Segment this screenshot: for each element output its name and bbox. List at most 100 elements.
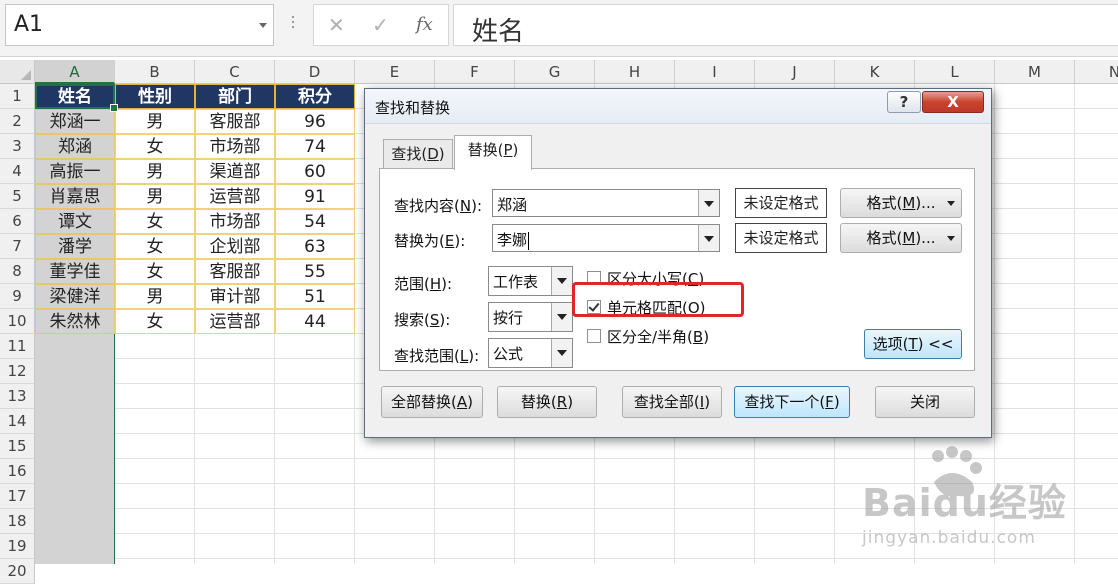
- chevron-down-icon[interactable]: [551, 339, 572, 367]
- tab-replace[interactable]: 替换(P): [454, 135, 532, 170]
- row-header-13[interactable]: 13: [0, 384, 35, 409]
- table-cell[interactable]: 客服部: [195, 259, 275, 284]
- column-header-k[interactable]: K: [835, 60, 915, 84]
- table-cell[interactable]: 96: [275, 109, 355, 134]
- cancel-icon[interactable]: ✕: [328, 13, 345, 37]
- table-cell[interactable]: 谭文: [35, 209, 115, 234]
- table-cell[interactable]: 女: [115, 309, 195, 334]
- select-all-corner[interactable]: [0, 60, 35, 84]
- table-cell[interactable]: 女: [115, 209, 195, 234]
- look-in-select[interactable]: 公式: [488, 338, 573, 368]
- find-format-button[interactable]: 格式(M)...: [840, 188, 962, 218]
- table-cell[interactable]: 44: [275, 309, 355, 334]
- help-button[interactable]: ?: [887, 91, 921, 113]
- chevron-down-icon[interactable]: [698, 190, 719, 216]
- row-header-11[interactable]: 11: [0, 334, 35, 359]
- replace-with-input[interactable]: 李娜: [492, 224, 720, 252]
- match-byte-label[interactable]: 区分全/半角(B): [607, 326, 709, 347]
- row-header-15[interactable]: 15: [0, 434, 35, 459]
- replace-all-button[interactable]: 全部替换(A): [381, 386, 483, 418]
- row-header-18[interactable]: 18: [0, 509, 35, 534]
- chevron-down-icon[interactable]: [259, 23, 267, 28]
- table-cell[interactable]: 60: [275, 159, 355, 184]
- insert-function-icon[interactable]: fx: [416, 14, 433, 35]
- within-select[interactable]: 工作表: [488, 266, 573, 296]
- dialog-title-bar[interactable]: 查找和替换 ? X: [365, 89, 991, 124]
- row-header-4[interactable]: 4: [0, 159, 35, 184]
- column-header-g[interactable]: G: [515, 60, 595, 84]
- column-header-n[interactable]: N: [1075, 60, 1118, 84]
- table-cell[interactable]: 51: [275, 284, 355, 309]
- chevron-down-icon[interactable]: [551, 303, 572, 331]
- table-cell[interactable]: 客服部: [195, 109, 275, 134]
- find-next-button[interactable]: 查找下一个(F): [734, 386, 850, 418]
- column-header-l[interactable]: L: [915, 60, 995, 84]
- table-cell[interactable]: 男: [115, 284, 195, 309]
- close-button[interactable]: 关闭: [875, 386, 975, 418]
- row-header-7[interactable]: 7: [0, 234, 35, 259]
- table-cell[interactable]: 朱然林: [35, 309, 115, 334]
- chevron-down-icon[interactable]: [551, 267, 572, 295]
- table-cell[interactable]: 渠道部: [195, 159, 275, 184]
- enter-icon[interactable]: ✓: [372, 13, 389, 37]
- find-all-button[interactable]: 查找全部(I): [622, 386, 722, 418]
- column-header-a[interactable]: A: [35, 60, 115, 84]
- row-header-8[interactable]: 8: [0, 259, 35, 284]
- table-cell[interactable]: 女: [115, 259, 195, 284]
- table-cell[interactable]: 74: [275, 134, 355, 159]
- table-cell[interactable]: 潘学: [35, 234, 115, 259]
- row-header-10[interactable]: 10: [0, 309, 35, 334]
- table-cell[interactable]: 54: [275, 209, 355, 234]
- column-header-c[interactable]: C: [195, 60, 275, 84]
- row-header-12[interactable]: 12: [0, 359, 35, 384]
- table-cell[interactable]: 市场部: [195, 134, 275, 159]
- table-cell[interactable]: 郑涵: [35, 134, 115, 159]
- row-header-1[interactable]: 1: [0, 84, 35, 109]
- row-header-16[interactable]: 16: [0, 459, 35, 484]
- column-header-d[interactable]: D: [275, 60, 355, 84]
- column-header-e[interactable]: E: [355, 60, 435, 84]
- table-cell[interactable]: 郑涵一: [35, 109, 115, 134]
- formula-input[interactable]: 姓名: [453, 4, 1118, 47]
- row-header-14[interactable]: 14: [0, 409, 35, 434]
- table-cell[interactable]: 肖嘉思: [35, 184, 115, 209]
- tab-find[interactable]: 查找(D): [383, 139, 453, 169]
- row-header-3[interactable]: 3: [0, 134, 35, 159]
- column-header-h[interactable]: H: [595, 60, 675, 84]
- find-what-input[interactable]: 郑涵: [492, 189, 720, 217]
- table-header-cell[interactable]: 部门: [195, 84, 275, 109]
- table-header-cell[interactable]: 积分: [275, 84, 355, 109]
- match-byte-checkbox[interactable]: [587, 329, 601, 343]
- table-cell[interactable]: 女: [115, 234, 195, 259]
- row-header-20[interactable]: 20: [0, 559, 35, 584]
- column-header-b[interactable]: B: [115, 60, 195, 84]
- table-cell[interactable]: 企划部: [195, 234, 275, 259]
- table-cell[interactable]: 梁健洋: [35, 284, 115, 309]
- row-header-2[interactable]: 2: [0, 109, 35, 134]
- table-header-cell[interactable]: 性别: [115, 84, 195, 109]
- name-box[interactable]: A1: [5, 4, 274, 46]
- column-header-m[interactable]: M: [995, 60, 1075, 84]
- row-header-9[interactable]: 9: [0, 284, 35, 309]
- table-cell[interactable]: 高振一: [35, 159, 115, 184]
- replace-format-button[interactable]: 格式(M)...: [840, 223, 962, 253]
- table-cell[interactable]: 运营部: [195, 309, 275, 334]
- table-cell[interactable]: 女: [115, 134, 195, 159]
- table-cell[interactable]: 男: [115, 109, 195, 134]
- column-header-f[interactable]: F: [435, 60, 515, 84]
- table-cell[interactable]: 运营部: [195, 184, 275, 209]
- table-cell[interactable]: 55: [275, 259, 355, 284]
- table-cell[interactable]: 91: [275, 184, 355, 209]
- close-icon[interactable]: X: [922, 91, 984, 113]
- table-cell[interactable]: 男: [115, 184, 195, 209]
- table-cell[interactable]: 董学佳: [35, 259, 115, 284]
- table-cell[interactable]: 63: [275, 234, 355, 259]
- row-header-17[interactable]: 17: [0, 484, 35, 509]
- search-order-select[interactable]: 按行: [488, 302, 573, 332]
- column-header-j[interactable]: J: [755, 60, 835, 84]
- column-header-i[interactable]: I: [675, 60, 755, 84]
- options-button[interactable]: 选项(T) <<: [864, 329, 962, 359]
- drag-handle-icon[interactable]: [292, 16, 294, 32]
- row-header-5[interactable]: 5: [0, 184, 35, 209]
- table-cell[interactable]: 审计部: [195, 284, 275, 309]
